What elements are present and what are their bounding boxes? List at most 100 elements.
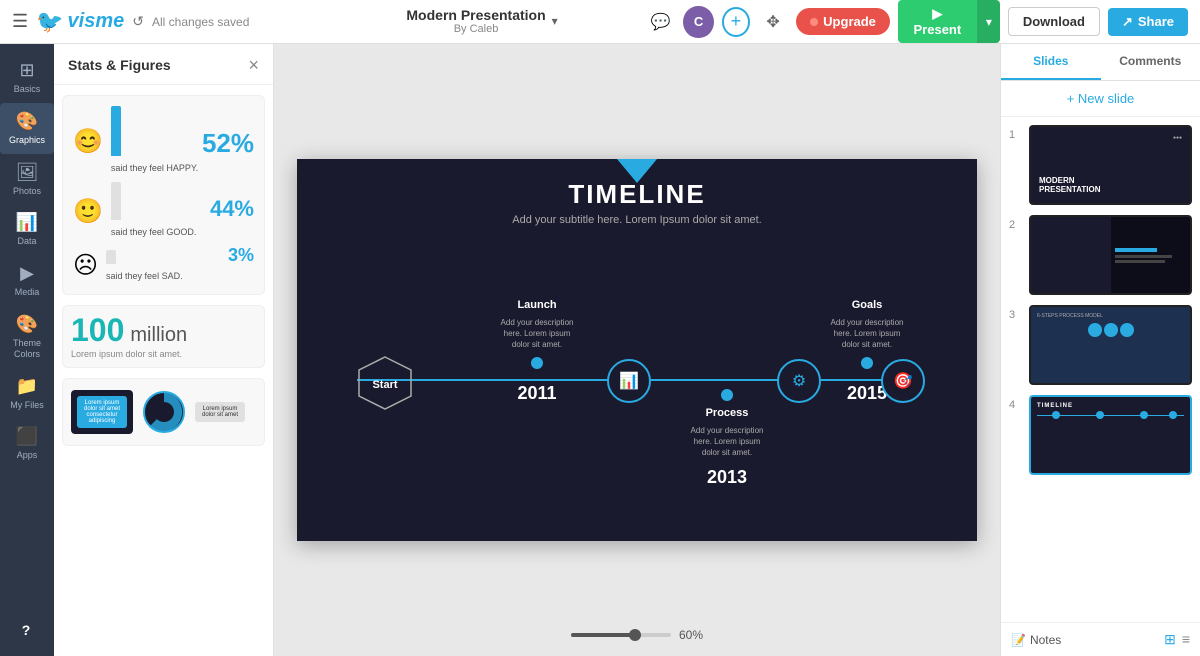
million-number: 100 xyxy=(71,314,124,346)
launch-year: 2011 xyxy=(517,383,556,404)
happy-icon: 😊 xyxy=(73,127,103,156)
gear-node[interactable]: ⚙ xyxy=(777,359,821,403)
download-button[interactable]: Download xyxy=(1008,7,1100,36)
center-icon-node[interactable]: 📊 xyxy=(607,359,651,403)
media-icon: ▶ xyxy=(20,263,34,284)
speech-bubble-left: Lorem ipsumdolor sit ametconsecteturadip… xyxy=(77,396,127,428)
tab-comments[interactable]: Comments xyxy=(1101,44,1200,80)
zoom-value: 60% xyxy=(679,628,703,642)
slides-tabs: Slides Comments xyxy=(1001,44,1200,81)
sad-label: said they feel SAD. xyxy=(106,271,183,281)
good-number: 44% xyxy=(210,198,254,220)
title-block[interactable]: Modern Presentation By Caleb xyxy=(406,7,545,37)
slide-thumbnail-4[interactable]: 4 TIMELINE xyxy=(1009,395,1192,475)
zoom-thumb[interactable] xyxy=(629,629,641,641)
comment-button[interactable]: 💬 xyxy=(645,6,675,38)
add-collaborator-button[interactable]: + xyxy=(722,7,750,37)
presentation-title: Modern Presentation xyxy=(406,7,545,24)
slide-canvas[interactable]: TIMELINE Add your subtitle here. Lorem I… xyxy=(297,159,977,541)
speech-bubble-right: Lorem ipsumdolor sit amet xyxy=(195,402,245,422)
slide-number-2: 2 xyxy=(1009,219,1021,231)
million-desc: Lorem ipsum dolor sit amet. xyxy=(71,349,256,359)
share-label: Share xyxy=(1138,14,1174,29)
happy-label: said they feel HAPPY. xyxy=(111,163,198,173)
sidebar-item-basics[interactable]: ⊞ Basics xyxy=(0,52,54,103)
launch-label: Launch xyxy=(517,299,556,311)
target-node[interactable]: 🎯 xyxy=(881,359,925,403)
topbar-center: Modern Presentation By Caleb ▾ xyxy=(329,7,636,37)
menu-icon[interactable]: ☰ xyxy=(12,11,28,32)
topbar-right: 💬 C + ✥ Upgrade ▶ Present ▾ Download ↗ S… xyxy=(645,0,1188,43)
present-dropdown-button[interactable]: ▾ xyxy=(977,0,1000,43)
happy-number: 52% xyxy=(202,130,254,156)
title-chevron-icon[interactable]: ▾ xyxy=(552,14,558,28)
launch-dot xyxy=(531,357,543,369)
sidebar-item-theme-colors[interactable]: 🎨 Theme Colors xyxy=(0,306,54,368)
slide-thumbnail-2[interactable]: 2 xyxy=(1009,215,1192,295)
target-icon: 🎯 xyxy=(881,359,925,403)
presentation-author: By Caleb xyxy=(406,23,545,36)
pie-chart xyxy=(139,387,189,437)
graphics-label: Graphics xyxy=(9,135,45,146)
top-accent xyxy=(617,159,657,183)
launch-desc: Add your description here. Lorem ipsum d… xyxy=(497,317,577,351)
upgrade-label: Upgrade xyxy=(823,14,876,29)
feel-happy-row: 😊 52% said they feel HAPPY. xyxy=(73,106,254,176)
process-dot xyxy=(721,389,733,401)
slide-thumbnail-1[interactable]: 1 ●●● MODERNPRESENTATION xyxy=(1009,125,1192,205)
tab-slides[interactable]: Slides xyxy=(1001,44,1101,80)
slide-thumb-img-3: 6-STEPS PROCESS MODEL xyxy=(1029,305,1192,385)
infographic-pie[interactable]: Lorem ipsumdolor sit ametconsecteturadip… xyxy=(62,378,265,446)
sidebar-item-photos[interactable]: 🖼 Photos xyxy=(0,154,54,205)
undo-button[interactable]: ↺ xyxy=(132,13,144,30)
media-label: Media xyxy=(15,287,40,298)
infographic-million[interactable]: 100 million Lorem ipsum dolor sit amet. xyxy=(62,305,265,368)
start-node[interactable]: Start xyxy=(357,355,413,411)
panel-header: Stats & Figures × xyxy=(54,44,273,85)
slides-list: 1 ●●● MODERNPRESENTATION 2 xyxy=(1001,117,1200,622)
help-button[interactable]: ? xyxy=(12,616,40,644)
slide-thumbnail-3[interactable]: 3 6-STEPS PROCESS MODEL xyxy=(1009,305,1192,385)
notes-button[interactable]: 📝 Notes xyxy=(1011,633,1061,647)
zoom-slider[interactable] xyxy=(571,633,671,637)
new-slide-button[interactable]: + New slide xyxy=(1001,81,1200,117)
canvas-bottom: 60% xyxy=(571,628,703,642)
slide-thumb-img-1: ●●● MODERNPRESENTATION xyxy=(1029,125,1192,205)
my-files-icon: 📁 xyxy=(16,376,38,397)
my-files-label: My Files xyxy=(10,400,44,411)
process-label: Process xyxy=(706,407,749,419)
process-node[interactable]: Process Add your description here. Lorem… xyxy=(687,389,767,488)
sidebar-item-media[interactable]: ▶ Media xyxy=(0,255,54,306)
launch-node[interactable]: Launch Add your description here. Lorem … xyxy=(497,299,577,404)
photos-icon: 🖼 xyxy=(16,162,39,183)
avatar[interactable]: C xyxy=(683,6,713,38)
gear-icon: ⚙ xyxy=(777,359,821,403)
sidebar-item-apps[interactable]: ⬛ Apps xyxy=(0,418,54,469)
grid-view-button[interactable]: ⊞ xyxy=(1164,631,1176,648)
sad-icon: ☹ xyxy=(73,251,98,280)
sidebar-item-my-files[interactable]: 📁 My Files xyxy=(0,368,54,419)
sidebar-icons: ⊞ Basics 🎨 Graphics 🖼 Photos 📊 Data ▶ Me… xyxy=(0,44,54,656)
list-view-button[interactable]: ≡ xyxy=(1182,631,1190,648)
upgrade-dot xyxy=(810,18,818,26)
slide-thumb-img-2 xyxy=(1029,215,1192,295)
sidebar-item-graphics[interactable]: 🎨 Graphics xyxy=(0,103,54,154)
canvas-area[interactable]: TIMELINE Add your subtitle here. Lorem I… xyxy=(274,44,1000,656)
share-button[interactable]: ↗ Share xyxy=(1108,8,1188,36)
feel-sad-row: ☹ 3% said they feel SAD. xyxy=(73,246,254,284)
start-hexagon: Start xyxy=(357,355,413,411)
logo-bird-icon: 🐦 xyxy=(36,9,63,35)
present-button[interactable]: ▶ Present xyxy=(898,0,977,43)
zoom-fill xyxy=(571,633,631,637)
process-desc: Add your description here. Lorem ipsum d… xyxy=(687,425,767,459)
theme-colors-icon: 🎨 xyxy=(16,314,38,335)
good-icon: 🙂 xyxy=(73,197,103,226)
svg-text:Start: Start xyxy=(372,379,397,391)
sad-number: 3% xyxy=(228,246,254,264)
upgrade-button[interactable]: Upgrade xyxy=(796,8,890,35)
sidebar-item-data[interactable]: 📊 Data xyxy=(0,204,54,255)
move-icon[interactable]: ✥ xyxy=(758,6,788,38)
panel-content: 😊 52% said they feel HAPPY. 🙂 xyxy=(54,85,273,656)
infographic-feel-stats[interactable]: 😊 52% said they feel HAPPY. 🙂 xyxy=(62,95,265,295)
panel-close-button[interactable]: × xyxy=(248,56,259,74)
